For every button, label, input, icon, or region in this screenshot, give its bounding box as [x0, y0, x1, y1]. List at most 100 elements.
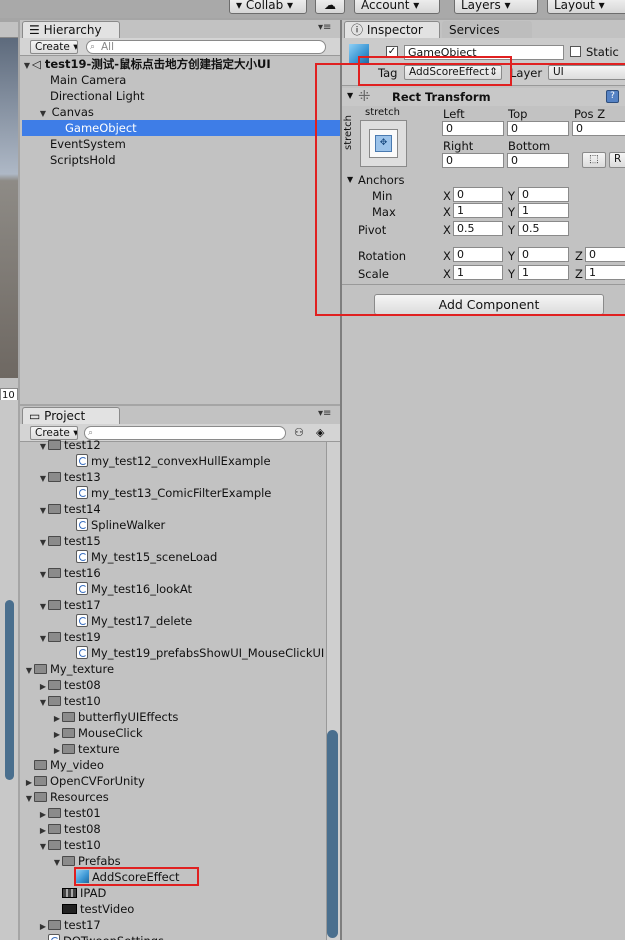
- hierarchy-create-button[interactable]: Create ▾: [30, 40, 78, 54]
- project-item[interactable]: My_test16_lookAt: [22, 581, 326, 597]
- folder-icon: [48, 472, 61, 482]
- project-item-label: test17: [64, 598, 101, 612]
- project-scrollbar-thumb[interactable]: [327, 730, 338, 938]
- scene-view[interactable]: [0, 38, 18, 378]
- hierarchy-item-directional-light[interactable]: Directional Light: [50, 88, 340, 104]
- canvas-label: Canvas: [51, 105, 94, 119]
- project-item[interactable]: ▼ test13: [22, 469, 326, 485]
- project-item[interactable]: My_test17_delete: [22, 613, 326, 629]
- side-scrollbar-thumb[interactable]: [5, 600, 14, 780]
- folder-icon: [48, 568, 61, 578]
- hierarchy-item-gameobject[interactable]: GameObject: [22, 120, 340, 136]
- account-label: Account: [361, 0, 410, 12]
- project-item[interactable]: My_test19_prefabsShowUI_MouseClickUI: [22, 645, 326, 661]
- project-item[interactable]: testVideo: [22, 901, 326, 917]
- cloud-button[interactable]: ☁: [315, 0, 345, 14]
- hierarchy-item-main-camera[interactable]: Main Camera: [50, 72, 340, 88]
- panel-menu-icon[interactable]: ▾≡: [318, 408, 331, 419]
- folder-icon: [48, 696, 61, 706]
- project-item[interactable]: IPAD: [22, 885, 326, 901]
- folder-icon: [62, 856, 75, 866]
- fold-down-icon[interactable]: ▼: [38, 471, 48, 485]
- project-item[interactable]: My_test15_sceneLoad: [22, 549, 326, 565]
- hierarchy-search-input[interactable]: ⌕ All: [86, 40, 326, 54]
- folder-icon: [34, 760, 47, 770]
- project-item-label: test13: [64, 470, 101, 484]
- layout-dropdown[interactable]: Layout ▾: [547, 0, 625, 14]
- panel-menu-icon[interactable]: ▾≡: [318, 22, 331, 33]
- project-item-label: test01: [64, 806, 101, 820]
- folder-icon: [34, 664, 47, 674]
- fold-right-icon[interactable]: ▶: [38, 679, 48, 693]
- project-item[interactable]: ▼ test12: [22, 437, 326, 453]
- tab-project[interactable]: ▭ Project: [22, 407, 120, 424]
- project-item[interactable]: my_test12_convexHullExample: [22, 453, 326, 469]
- csharp-script-icon: [76, 518, 88, 531]
- account-dropdown[interactable]: Account ▾: [354, 0, 440, 14]
- project-item[interactable]: ▼ Resources: [22, 789, 326, 805]
- project-item[interactable]: ▶ butterflyUIEffects: [22, 709, 326, 725]
- fold-down-icon[interactable]: ▼: [38, 439, 48, 453]
- project-item[interactable]: my_test13_ComicFilterExample: [22, 485, 326, 501]
- tab-hierarchy[interactable]: ☰ Hierarchy: [22, 21, 120, 38]
- folder-icon: [48, 504, 61, 514]
- project-item[interactable]: DOTweenSettings: [22, 933, 326, 940]
- fold-down-icon[interactable]: ▼: [38, 599, 48, 613]
- fold-right-icon[interactable]: ▶: [52, 711, 62, 725]
- collab-label: Collab: [245, 0, 284, 12]
- project-item-label: MouseClick: [78, 726, 143, 740]
- project-item[interactable]: ▼ test10: [22, 837, 326, 853]
- project-item[interactable]: SplineWalker: [22, 517, 326, 533]
- project-item-label: Resources: [50, 790, 109, 804]
- project-item[interactable]: ▶ test08: [22, 821, 326, 837]
- project-item[interactable]: ▶ test17: [22, 917, 326, 933]
- folder-icon: [62, 744, 75, 754]
- project-item-label: My_test19_prefabsShowUI_MouseClickUI: [91, 646, 325, 660]
- project-item-label: texture: [78, 742, 120, 756]
- project-item[interactable]: ▼ test10: [22, 693, 326, 709]
- project-item[interactable]: ▶ MouseClick: [22, 725, 326, 741]
- project-item[interactable]: ▼ My_texture: [22, 661, 326, 677]
- project-item[interactable]: ▼ test19: [22, 629, 326, 645]
- project-item[interactable]: ▼ test17: [22, 597, 326, 613]
- fold-right-icon[interactable]: ▶: [52, 727, 62, 741]
- fold-down-icon[interactable]: ▼: [38, 631, 48, 645]
- project-item-label: butterflyUIEffects: [78, 710, 179, 724]
- fold-down-icon[interactable]: ▼: [24, 791, 34, 805]
- fold-down-icon[interactable]: ▼: [38, 503, 48, 517]
- fold-right-icon[interactable]: ▶: [38, 823, 48, 837]
- hierarchy-item-scriptshold[interactable]: ScriptsHold: [50, 152, 340, 168]
- hierarchy-item-canvas[interactable]: ▼ Canvas: [38, 104, 338, 120]
- project-item[interactable]: ▶ texture: [22, 741, 326, 757]
- fold-down-icon[interactable]: ▼: [38, 839, 48, 853]
- fold-down-icon[interactable]: ▼: [52, 855, 62, 869]
- collab-button[interactable]: ▾ Collab ▾: [229, 0, 307, 14]
- fold-down-icon[interactable]: ▼: [38, 567, 48, 581]
- layers-label: Layers: [461, 0, 501, 12]
- fold-down-icon[interactable]: ▼: [38, 695, 48, 709]
- fold-down-icon[interactable]: ▼: [38, 535, 48, 549]
- list-icon: ☰: [29, 23, 40, 37]
- project-item[interactable]: ▼ test14: [22, 501, 326, 517]
- csharp-script-icon: [76, 550, 88, 563]
- project-item[interactable]: ▼ test15: [22, 533, 326, 549]
- layers-dropdown[interactable]: Layers ▾: [454, 0, 538, 14]
- tab-inspector[interactable]: ⓘ Inspector: [344, 21, 440, 38]
- scene-toolbar: [0, 22, 18, 38]
- scene-root-row[interactable]: ▼ ◁ test19-测试-鼠标点击地方创建指定大小UI: [22, 56, 340, 72]
- project-item[interactable]: ▶ OpenCVForUnity: [22, 773, 326, 789]
- fold-right-icon[interactable]: ▶: [38, 807, 48, 821]
- hierarchy-item-eventsystem[interactable]: EventSystem: [50, 136, 340, 152]
- tab-services[interactable]: Services: [442, 21, 532, 38]
- fold-right-icon[interactable]: ▶: [52, 743, 62, 757]
- static-checkbox[interactable]: [570, 46, 581, 57]
- project-item[interactable]: ▶ test08: [22, 677, 326, 693]
- project-item[interactable]: ▶ test01: [22, 805, 326, 821]
- fold-down-icon[interactable]: ▼: [24, 663, 34, 677]
- project-item[interactable]: My_video: [22, 757, 326, 773]
- fold-right-icon[interactable]: ▶: [24, 775, 34, 789]
- fold-right-icon[interactable]: ▶: [38, 919, 48, 933]
- project-item-label: test15: [64, 534, 101, 548]
- project-item[interactable]: ▼ test16: [22, 565, 326, 581]
- csharp-script-icon: [76, 582, 88, 595]
